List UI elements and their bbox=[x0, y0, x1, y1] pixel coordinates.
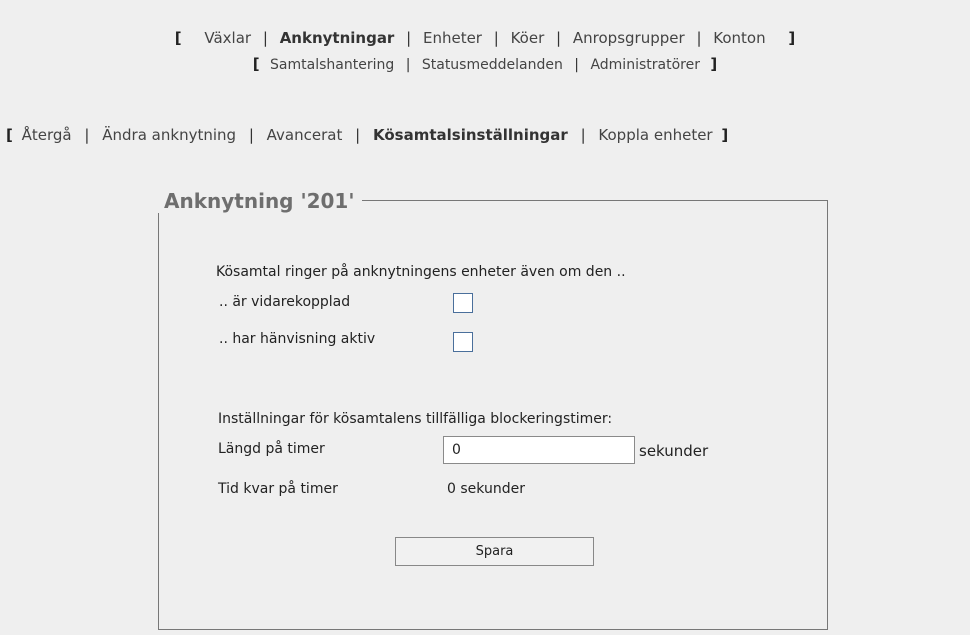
redirect-checkbox[interactable] bbox=[453, 332, 473, 352]
nav-konton[interactable]: Konton bbox=[713, 29, 765, 47]
subnav-kosamtalsinstallningar[interactable]: Kösamtalsinställningar bbox=[373, 126, 568, 144]
timer-length-unit: sekunder bbox=[639, 442, 709, 460]
bracket-open: [ bbox=[252, 55, 260, 73]
main-nav-row-1: [ Växlar | Anknytningar | Enheter | Köer… bbox=[0, 28, 970, 48]
nav-enheter[interactable]: Enheter bbox=[423, 29, 482, 47]
nav-separator: | bbox=[493, 29, 499, 47]
nav-administratorer[interactable]: Administratörer bbox=[590, 57, 700, 73]
nav-anropsgrupper[interactable]: Anropsgrupper bbox=[573, 29, 685, 47]
bracket-close: ] bbox=[788, 29, 796, 47]
forwarded-label: .. är vidarekopplad bbox=[219, 294, 351, 310]
nav-separator: | bbox=[84, 126, 90, 144]
subnav-avancerat[interactable]: Avancerat bbox=[267, 126, 343, 144]
sub-nav: [ Återgå | Ändra anknytning | Avancerat … bbox=[6, 125, 728, 145]
bracket-close: ] bbox=[721, 126, 729, 144]
nav-separator: | bbox=[574, 57, 579, 73]
subnav-andra-anknytning[interactable]: Ändra anknytning bbox=[102, 126, 236, 144]
nav-koer[interactable]: Köer bbox=[511, 29, 545, 47]
timer-left-value: 0 sekunder bbox=[447, 481, 525, 497]
nav-statusmeddelanden[interactable]: Statusmeddelanden bbox=[422, 57, 563, 73]
nav-separator: | bbox=[248, 126, 254, 144]
subnav-atergaa[interactable]: Återgå bbox=[22, 126, 72, 144]
timer-length-label: Längd på timer bbox=[218, 441, 325, 457]
redirect-label: .. har hänvisning aktiv bbox=[219, 331, 376, 347]
nav-anknytningar[interactable]: Anknytningar bbox=[280, 29, 395, 47]
timer-length-input[interactable] bbox=[443, 436, 635, 464]
panel-title: Anknytning '201' bbox=[158, 189, 363, 213]
subnav-koppla-enheter[interactable]: Koppla enheter bbox=[598, 126, 712, 144]
nav-separator: | bbox=[355, 126, 361, 144]
nav-samtalshantering[interactable]: Samtalshantering bbox=[270, 57, 394, 73]
queue-call-intro: Kösamtal ringer på anknytningens enheter… bbox=[216, 264, 626, 280]
nav-vaxlar[interactable]: Växlar bbox=[204, 29, 251, 47]
bracket-close: ] bbox=[710, 55, 718, 73]
nav-separator: | bbox=[580, 126, 586, 144]
nav-separator: | bbox=[406, 29, 412, 47]
main-nav-row-2: [ Samtalshantering | Statusmeddelanden |… bbox=[0, 54, 970, 75]
bracket-open: [ bbox=[6, 126, 13, 144]
nav-separator: | bbox=[405, 57, 411, 73]
bracket-open: [ bbox=[174, 29, 182, 47]
nav-separator: | bbox=[262, 29, 268, 47]
timer-heading: Inställningar för kösamtalens tillfällig… bbox=[218, 411, 613, 427]
forwarded-checkbox[interactable] bbox=[453, 293, 473, 313]
timer-left-label: Tid kvar på timer bbox=[218, 481, 338, 497]
save-button[interactable]: Spara bbox=[395, 537, 594, 566]
nav-separator: | bbox=[556, 29, 562, 47]
nav-separator: | bbox=[696, 29, 702, 47]
